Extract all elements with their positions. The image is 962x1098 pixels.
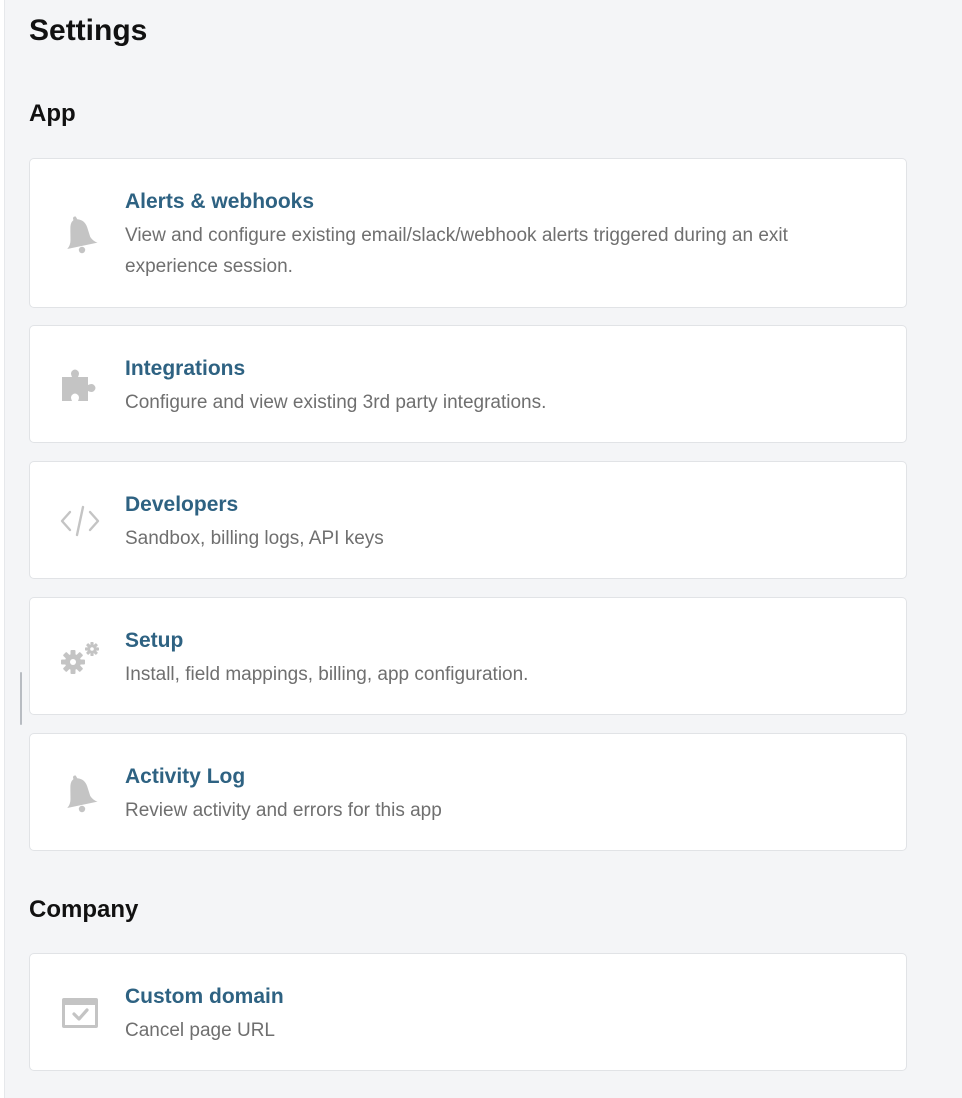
section-title-company: Company: [29, 896, 139, 923]
settings-card-title: Developers: [125, 493, 239, 516]
settings-card-activity-log[interactable]: Activity Log Review activity and errors …: [29, 733, 907, 851]
settings-card-description: Review activity and errors for this app: [125, 800, 442, 821]
settings-card-title: Alerts & webhooks: [125, 190, 315, 213]
settings-card-title: Custom domain: [125, 985, 284, 1008]
settings-card-title: Setup: [125, 629, 184, 652]
settings-card-developers[interactable]: Developers Sandbox, billing logs, API ke…: [29, 461, 907, 579]
puzzle-icon: [58, 363, 102, 407]
settings-card-description: Cancel page URL: [125, 1020, 275, 1041]
settings-card-description: Install, field mappings, billing, app co…: [125, 664, 529, 685]
browser-check-icon: [58, 991, 102, 1035]
code-icon: [58, 499, 102, 543]
settings-card-description: View and configure existing email/slack/…: [125, 225, 788, 277]
settings-card-title: Activity Log: [125, 765, 246, 788]
settings-card-title: Integrations: [125, 357, 246, 380]
settings-card-description: Sandbox, billing logs, API keys: [125, 528, 384, 549]
settings-card-custom-domain[interactable]: Custom domain Cancel page URL: [29, 953, 907, 1071]
settings-page: Settings App Alerts & webhooks View and …: [4, 0, 962, 1098]
settings-card-alerts-webhooks[interactable]: Alerts & webhooks View and configure exi…: [29, 158, 907, 308]
page-title: Settings: [29, 14, 148, 47]
settings-card-description: Configure and view existing 3rd party in…: [125, 392, 547, 413]
settings-card-integrations[interactable]: Integrations Configure and view existing…: [29, 325, 907, 443]
bell-icon: [58, 771, 102, 815]
bell-icon: [58, 212, 102, 256]
gears-icon: [58, 636, 102, 680]
settings-card-setup[interactable]: Setup Install, field mappings, billing, …: [29, 597, 907, 715]
resize-handle[interactable]: [20, 672, 22, 725]
section-title-app: App: [29, 100, 76, 127]
